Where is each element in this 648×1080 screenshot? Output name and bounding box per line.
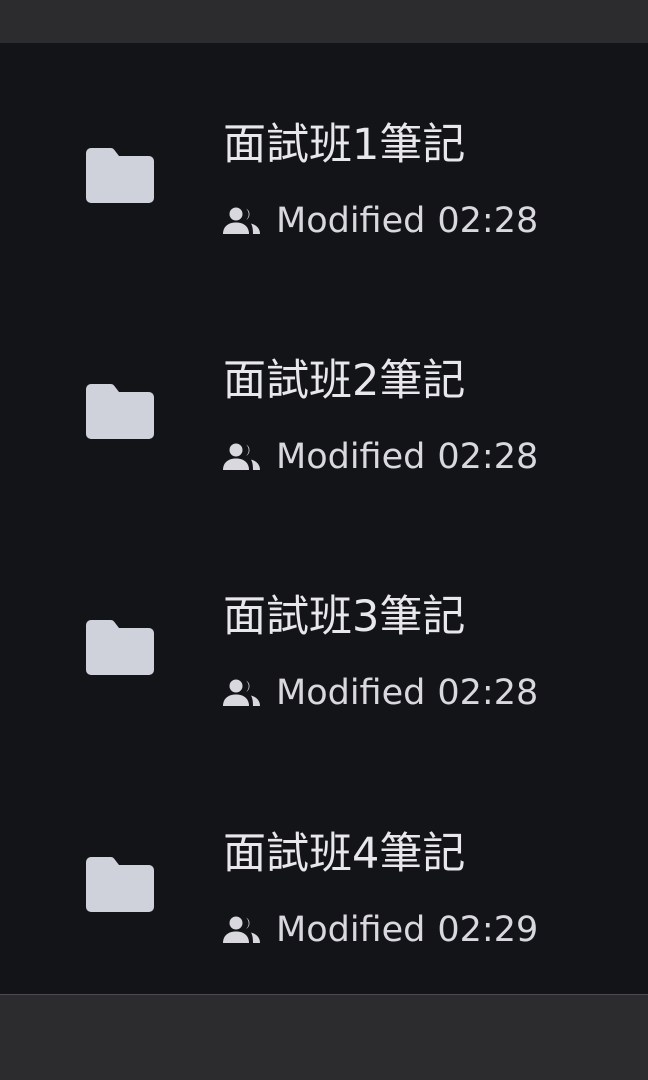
list-item[interactable]: 面試班1筆記 Modified 02:28 bbox=[0, 113, 648, 313]
item-meta: Modified 02:29 bbox=[222, 902, 538, 958]
modified-time: 02:28 bbox=[437, 673, 539, 713]
people-icon bbox=[222, 441, 262, 473]
people-icon bbox=[222, 677, 262, 709]
people-icon bbox=[222, 205, 262, 237]
people-icon bbox=[222, 914, 262, 946]
modified-label: Modified bbox=[276, 910, 426, 950]
modified-time: 02:29 bbox=[437, 910, 539, 950]
modified-label: Modified bbox=[276, 201, 426, 241]
modified-label: Modified bbox=[276, 673, 426, 713]
top-bar bbox=[0, 0, 648, 43]
folder-icon bbox=[85, 146, 155, 204]
item-name: 面試班3筆記 bbox=[223, 592, 466, 642]
folder-icon bbox=[85, 382, 155, 440]
folder-icon bbox=[85, 618, 155, 676]
list-item[interactable]: 面試班3筆記 Modified 02:28 bbox=[0, 585, 648, 785]
item-name: 面試班2筆記 bbox=[223, 356, 466, 406]
modified-time: 02:28 bbox=[437, 201, 539, 241]
list-item[interactable]: 面試班2筆記 Modified 02:28 bbox=[0, 349, 648, 549]
item-name: 面試班4筆記 bbox=[223, 829, 466, 879]
bottom-bar bbox=[0, 995, 648, 1080]
item-meta: Modified 02:28 bbox=[222, 193, 538, 249]
item-name: 面試班1筆記 bbox=[223, 120, 466, 170]
modified-time: 02:28 bbox=[437, 437, 539, 477]
folder-icon bbox=[85, 855, 155, 913]
modified-label: Modified bbox=[276, 437, 426, 477]
list-item[interactable]: 面試班4筆記 Modified 02:29 bbox=[0, 822, 648, 1022]
file-list: 面試班1筆記 Modified 02:28 面試班2筆記 Modified 02… bbox=[0, 43, 648, 995]
item-meta: Modified 02:28 bbox=[222, 429, 538, 485]
item-meta: Modified 02:28 bbox=[222, 665, 538, 721]
